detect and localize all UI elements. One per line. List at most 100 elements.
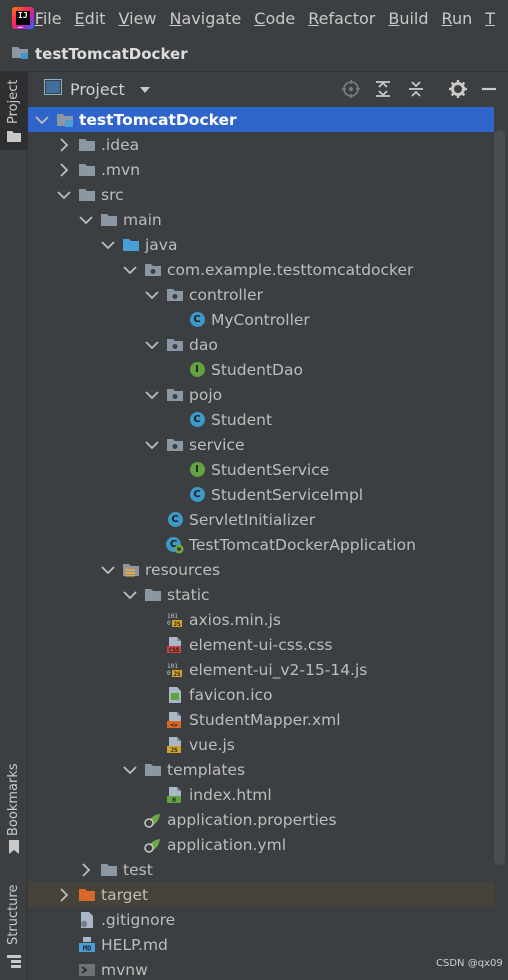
menu-item[interactable]: Build [388, 9, 428, 28]
tree-node[interactable]: resources [28, 557, 494, 582]
chevron-right-icon[interactable] [78, 862, 94, 878]
tree-node-label: dao [189, 335, 218, 354]
left-tool-stripe: Project Bookmarks Structure [0, 72, 28, 980]
tree-node[interactable]: 101 0 JS axios.min.js [28, 607, 494, 632]
tree-node-label: service [189, 435, 245, 454]
project-view-selector[interactable]: Project [70, 80, 125, 99]
intellij-logo-icon[interactable]: IJ _ [12, 7, 34, 29]
menu-item[interactable]: T [485, 9, 495, 28]
tree-node[interactable]: main [28, 207, 494, 232]
tree-node[interactable]: C ServletInitializer [28, 507, 494, 532]
tree-node[interactable]: C StudentServiceImpl [28, 482, 494, 507]
tree-node[interactable]: .idea [28, 132, 494, 157]
expand-all-icon[interactable] [374, 80, 392, 98]
menu-item[interactable]: View [119, 9, 157, 28]
collapse-all-icon[interactable] [407, 80, 425, 98]
menu-item[interactable]: Refactor [308, 9, 375, 28]
menu-item[interactable]: File [35, 9, 62, 28]
bookmarks-tool-tab[interactable]: Bookmarks [0, 762, 27, 862]
tree-node[interactable]: MD HELP.md [28, 932, 494, 957]
tree-node[interactable]: C TestTomcatDockerApplication [28, 532, 494, 557]
tree-node[interactable]: Hindex.html [28, 782, 494, 807]
tree-node-label: mvnw [101, 960, 148, 979]
image-file-icon [166, 686, 184, 704]
resources-root-icon [122, 561, 140, 579]
tree-node[interactable]: CSS element-ui-css.css [28, 632, 494, 657]
folder-icon [100, 211, 118, 229]
svg-text:JS: JS [170, 747, 178, 753]
package-icon [166, 286, 184, 304]
svg-text:101: 101 [167, 663, 178, 670]
chevron-down-icon[interactable] [34, 112, 50, 128]
chevron-down-icon[interactable] [78, 212, 94, 228]
tree-node-label: static [167, 585, 210, 604]
chevron-down-icon[interactable] [144, 287, 160, 303]
tree-node-label: element-ui_v2-15-14.js [189, 660, 368, 679]
chevron-down-icon[interactable] [144, 387, 160, 403]
gitignore-file-icon [78, 911, 96, 929]
minified-js-file-icon: 101 0 JS [166, 661, 184, 679]
tree-node-label: StudentServiceImpl [211, 485, 364, 504]
tree-node[interactable]: dao [28, 332, 494, 357]
tree-node[interactable]: application.properties [28, 807, 494, 832]
tree-node[interactable]: I StudentService [28, 457, 494, 482]
menu-item[interactable]: Run [442, 9, 473, 28]
source-root-icon [122, 236, 140, 254]
select-opened-file-icon[interactable] [342, 80, 360, 98]
chevron-down-icon[interactable] [56, 187, 72, 203]
folder-icon [100, 861, 118, 879]
tree-node[interactable]: test [28, 857, 494, 882]
tree-node[interactable]: com.example.testtomcatdocker [28, 257, 494, 282]
chevron-down-icon[interactable] [122, 587, 138, 603]
tree-node-label: java [145, 235, 178, 254]
breadcrumb-project[interactable]: testTomcatDocker [35, 45, 188, 63]
tree-node[interactable]: <> StudentMapper.xml [28, 707, 494, 732]
chevron-right-icon[interactable] [56, 162, 72, 178]
chevron-down-icon[interactable] [144, 337, 160, 353]
chevron-right-icon[interactable] [56, 137, 72, 153]
svg-text:101: 101 [167, 613, 178, 620]
project-tool-tab[interactable]: Project [0, 72, 27, 150]
chevron-down-icon[interactable] [144, 437, 160, 453]
tree-node[interactable]: I StudentDao [28, 357, 494, 382]
tree-node[interactable]: testTomcatDocker [28, 107, 494, 132]
tree-node[interactable]: favicon.ico [28, 682, 494, 707]
tree-node[interactable]: .gitignore [28, 907, 494, 932]
tree-node[interactable]: C MyController [28, 307, 494, 332]
package-icon [166, 386, 184, 404]
chevron-down-icon[interactable] [122, 762, 138, 778]
structure-tool-tab[interactable]: Structure [0, 877, 27, 980]
package-icon [166, 336, 184, 354]
tree-node[interactable]: java [28, 232, 494, 257]
hide-panel-icon[interactable] [480, 80, 498, 98]
tree-node[interactable]: target [28, 882, 494, 907]
menu-item[interactable]: Edit [75, 9, 106, 28]
chevron-down-icon[interactable] [139, 80, 151, 98]
structure-tab-label: Structure [6, 884, 21, 945]
gear-icon[interactable] [449, 80, 467, 98]
project-tree[interactable]: testTomcatDocker .idea .mvn src main java com.… [28, 106, 508, 980]
tree-node[interactable]: mvnw [28, 957, 494, 980]
tree-node[interactable]: application.yml [28, 832, 494, 857]
tree-node[interactable]: service [28, 432, 494, 457]
tree-node[interactable]: C Student [28, 407, 494, 432]
tree-node[interactable]: controller [28, 282, 494, 307]
tree-node-label: pojo [189, 385, 223, 404]
tree-node[interactable]: static [28, 582, 494, 607]
tree-node[interactable]: 101 0 JS element-ui_v2-15-14.js [28, 657, 494, 682]
tree-node-label: element-ui-css.css [189, 635, 333, 654]
chevron-down-icon[interactable] [122, 262, 138, 278]
chevron-down-icon[interactable] [100, 562, 116, 578]
svg-text:JS: JS [173, 671, 181, 678]
tree-node[interactable]: templates [28, 757, 494, 782]
tree-scrollbar[interactable] [494, 130, 505, 865]
menu-item[interactable]: Navigate [170, 9, 242, 28]
chevron-down-icon[interactable] [100, 237, 116, 253]
tree-node[interactable]: JS vue.js [28, 732, 494, 757]
menu-item[interactable]: Code [254, 9, 295, 28]
tree-node[interactable]: .mvn [28, 157, 494, 182]
folder-icon [144, 761, 162, 779]
tree-node[interactable]: pojo [28, 382, 494, 407]
chevron-right-icon[interactable] [56, 887, 72, 903]
tree-node[interactable]: src [28, 182, 494, 207]
